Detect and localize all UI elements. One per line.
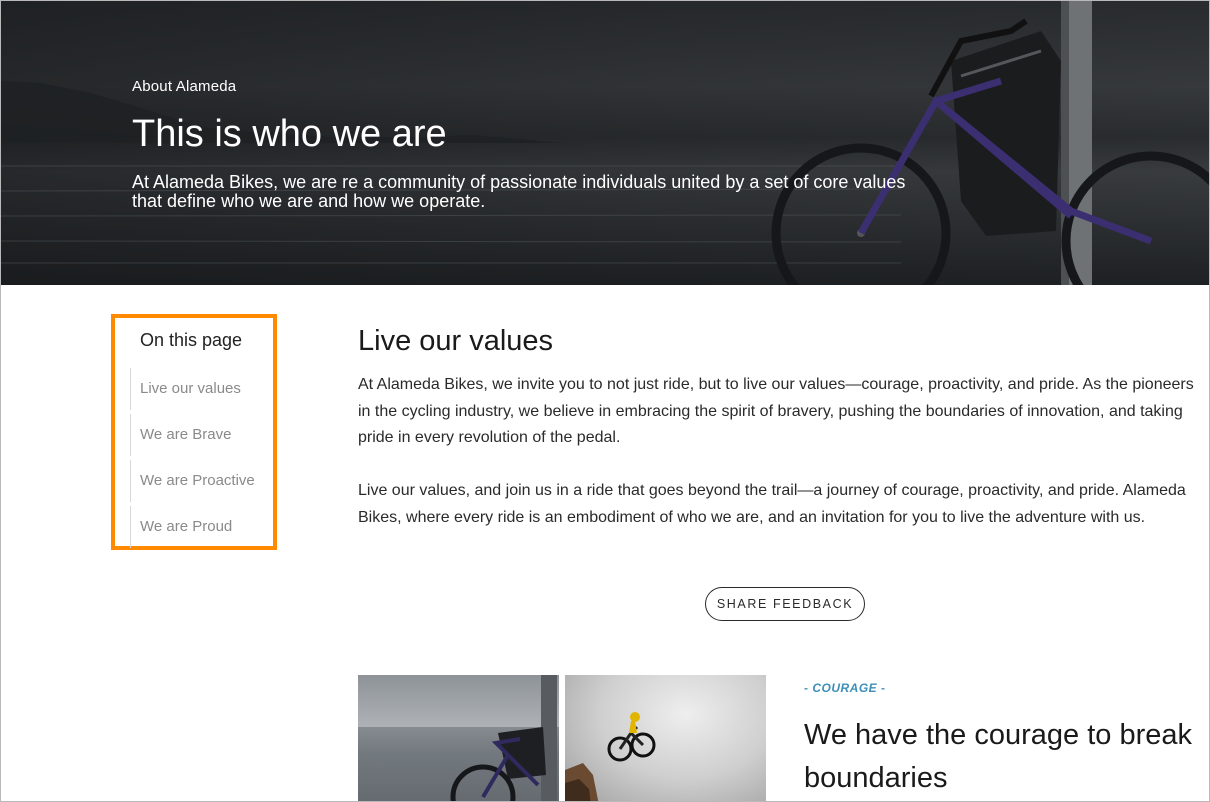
photo-card-1: [358, 675, 559, 801]
page-frame: About Alameda This is who we are At Alam…: [0, 0, 1210, 802]
toc-link-we-are-proud[interactable]: We are Proud: [130, 506, 255, 548]
page-title: This is who we are: [132, 113, 447, 155]
hero-subtitle: At Alameda Bikes, we are re a community …: [132, 172, 906, 211]
bmx-jump-photo: [565, 712, 656, 801]
intro-paragraph: At Alameda Bikes, we invite you to not j…: [358, 376, 1194, 446]
share-feedback-button[interactable]: SHARE FEEDBACK: [705, 587, 865, 621]
toc-title: On this page: [140, 330, 243, 350]
toc-list: Live our values We are Brave We are Proa…: [130, 368, 255, 552]
bicycle-on-pier-photo: [358, 675, 559, 801]
toc-link-live-our-values[interactable]: Live our values: [130, 368, 255, 410]
toc-link-we-are-brave[interactable]: We are Brave: [130, 414, 255, 456]
courage-title: We have the courage to break boundaries: [804, 719, 1192, 794]
courage-kicker: - COURAGE -: [804, 681, 886, 695]
hero-banner: About Alameda This is who we are At Alam…: [1, 1, 1209, 285]
closing-paragraph: Live our values, and join us in a ride t…: [358, 482, 1186, 526]
photo-card-2: [565, 675, 766, 801]
hero-eyebrow: About Alameda: [132, 78, 237, 95]
on-this-page-nav: On this page Live our values We are Brav…: [111, 314, 277, 550]
section-title: Live our values: [358, 325, 554, 357]
toc-link-we-are-proactive[interactable]: We are Proactive: [130, 460, 255, 502]
